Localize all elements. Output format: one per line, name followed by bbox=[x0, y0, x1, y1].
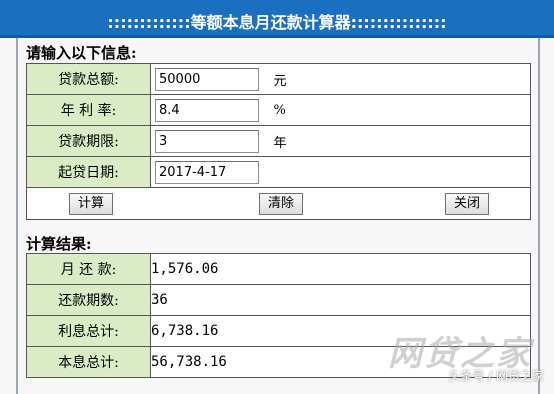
start-date-input[interactable]: 2017-4-17 bbox=[155, 160, 259, 184]
input-table: 贷款总额: 50000 元 年 利 率: 8.4 % 贷款期限: 3 年 起贷日… bbox=[26, 63, 531, 220]
loan-amount-input[interactable]: 50000 bbox=[155, 67, 259, 91]
input-row-rate: 年 利 率: 8.4 % bbox=[26, 94, 531, 126]
close-button[interactable]: 关闭 bbox=[445, 193, 489, 215]
annual-rate-input[interactable]: 8.4 bbox=[155, 98, 259, 122]
annual-rate-unit: % bbox=[273, 102, 286, 118]
clear-button[interactable]: 清除 bbox=[259, 193, 303, 215]
page-title: :::::::::::::等额本息月还款计算器::::::::::::::: bbox=[107, 13, 447, 32]
total-interest-label: 利息总计: bbox=[26, 315, 151, 347]
loan-term-unit: 年 bbox=[273, 135, 287, 151]
input-row-amount: 贷款总额: 50000 元 bbox=[26, 63, 531, 95]
start-date-label: 起贷日期: bbox=[26, 156, 151, 188]
monthly-payment-label: 月 还 款: bbox=[26, 253, 151, 285]
loan-amount-unit: 元 bbox=[273, 73, 287, 89]
input-section-heading: 请输入以下信息: bbox=[26, 44, 137, 62]
monthly-payment-value: 1,576.06 bbox=[150, 253, 531, 285]
loan-term-label: 贷款期限: bbox=[26, 125, 151, 157]
loan-amount-label: 贷款总额: bbox=[26, 63, 151, 95]
result-section-heading: 计算结果: bbox=[26, 235, 92, 253]
input-row-start-date: 起贷日期: 2017-4-17 bbox=[26, 156, 531, 188]
total-payment-label: 本息总计: bbox=[26, 346, 151, 378]
watermark: 网贷之家 头条号 / 网贷之家 bbox=[376, 326, 546, 390]
periods-label: 还款期数: bbox=[26, 284, 151, 316]
annual-rate-label: 年 利 率: bbox=[26, 94, 151, 126]
loan-term-input[interactable]: 3 bbox=[155, 129, 259, 153]
periods-value: 36 bbox=[150, 284, 531, 316]
calculate-button[interactable]: 计算 bbox=[69, 193, 113, 215]
button-row: 计算 清除 关闭 bbox=[26, 187, 531, 220]
watermark-caption: 头条号 / 网贷之家 bbox=[448, 369, 544, 383]
result-row-monthly: 月 还 款: 1,576.06 bbox=[26, 253, 531, 285]
title-bar: :::::::::::::等额本息月还款计算器::::::::::::::: bbox=[0, 0, 554, 38]
result-row-periods: 还款期数: 36 bbox=[26, 284, 531, 316]
input-row-term: 贷款期限: 3 年 bbox=[26, 125, 531, 157]
